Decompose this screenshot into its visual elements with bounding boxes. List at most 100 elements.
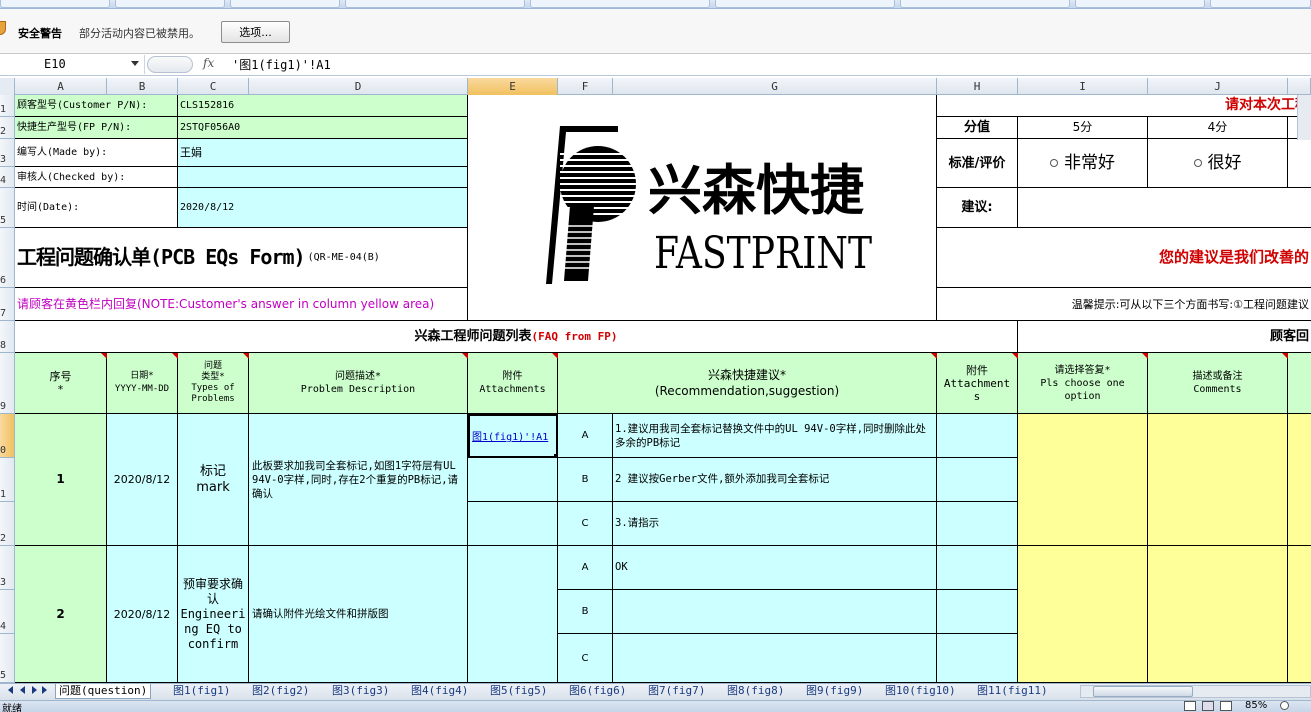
column-header-e[interactable]: E <box>468 78 558 95</box>
attachment-cell[interactable] <box>468 546 558 683</box>
comment-indicator-icon[interactable] <box>101 353 107 359</box>
column-header-c[interactable]: C <box>178 78 249 95</box>
suggestion-input[interactable] <box>1018 188 1311 228</box>
ribbon-tab[interactable] <box>530 0 710 8</box>
answer-choice-cell[interactable] <box>1018 546 1148 683</box>
row-header[interactable]: 3 <box>0 139 15 167</box>
extra-cell[interactable] <box>1288 414 1311 546</box>
attachment-2-cell[interactable] <box>937 546 1018 590</box>
radio-icon[interactable] <box>1050 159 1058 167</box>
comment-indicator-icon[interactable] <box>552 353 558 359</box>
attachment-2-cell[interactable] <box>937 414 1018 458</box>
sheet-tab[interactable]: 图5(fig5) <box>490 684 547 699</box>
attachment-2-cell[interactable] <box>937 590 1018 634</box>
horizontal-scroll-thumb[interactable] <box>1093 686 1193 697</box>
column-header-a[interactable]: A <box>15 78 107 95</box>
good-option[interactable]: 很好 <box>1148 139 1288 188</box>
comment-cell[interactable] <box>1148 546 1288 683</box>
attachment-2-cell[interactable] <box>937 634 1018 683</box>
column-header-g[interactable]: G <box>613 78 937 95</box>
page-layout-icon[interactable] <box>1202 701 1214 711</box>
function-icon[interactable]: fx <box>203 56 214 70</box>
first-sheet-icon[interactable] <box>8 686 13 694</box>
sheet-tab[interactable]: 图1(fig1) <box>173 684 230 699</box>
row-header[interactable]: 1 <box>0 95 15 117</box>
comment-indicator-icon[interactable] <box>243 353 249 359</box>
formula-input[interactable]: '图1(fig1)'!A1 <box>232 56 331 73</box>
chevron-down-icon[interactable] <box>131 61 139 66</box>
radio-icon[interactable] <box>1193 159 1202 167</box>
attachment-2-cell[interactable] <box>937 458 1018 502</box>
comment-indicator-icon[interactable] <box>1142 353 1148 359</box>
column-header-j[interactable]: J <box>1148 78 1288 95</box>
select-all-corner[interactable] <box>0 78 15 95</box>
formula-bar-splitter[interactable] <box>147 56 193 73</box>
checked-by-value[interactable] <box>178 167 468 188</box>
attachment-2-cell[interactable] <box>937 502 1018 546</box>
sheet-tab[interactable]: 图2(fig2) <box>252 684 309 699</box>
comment-indicator-icon[interactable] <box>172 353 178 359</box>
column-header-f[interactable]: F <box>558 78 613 95</box>
fp-pn-value[interactable]: 2STQF056A0 <box>178 117 468 139</box>
sheet-tab[interactable]: 图11(fig11) <box>977 684 1072 699</box>
sheet-tab[interactable]: 图8(fig8) <box>727 684 784 699</box>
vertical-scrollbar[interactable] <box>1297 95 1311 140</box>
comment-indicator-icon[interactable] <box>1282 353 1288 359</box>
name-box[interactable]: E10 <box>0 55 145 74</box>
row-header[interactable]: 8 <box>0 321 15 353</box>
row-header[interactable]: 3 <box>0 546 15 590</box>
comment-indicator-icon[interactable] <box>462 353 468 359</box>
column-header-d[interactable]: D <box>249 78 468 95</box>
ribbon-tab[interactable] <box>0 0 110 8</box>
page-break-icon[interactable] <box>1220 701 1232 711</box>
row-header[interactable]: 4 <box>0 167 15 188</box>
ribbon-tab[interactable] <box>715 0 895 8</box>
comment-indicator-icon[interactable] <box>931 353 937 359</box>
sheet-tab[interactable]: 图3(fig3) <box>332 684 389 699</box>
attachment-cell[interactable] <box>468 458 558 502</box>
row-header[interactable]: 1 <box>0 458 15 502</box>
date-value[interactable]: 2020/8/12 <box>178 188 468 228</box>
sheet-tab[interactable]: 图7(fig7) <box>648 684 705 699</box>
ribbon-tab[interactable] <box>1075 0 1205 8</box>
ribbon-tab[interactable] <box>345 0 525 8</box>
row-header[interactable]: 7 <box>0 288 15 321</box>
options-button[interactable]: 选项... <box>221 21 290 43</box>
sheet-tab[interactable]: 图6(fig6) <box>569 684 626 699</box>
column-header-k[interactable] <box>1288 78 1311 95</box>
row-header[interactable]: 2 <box>0 117 15 139</box>
ribbon-tab[interactable] <box>115 0 225 8</box>
row-header[interactable]: 9 <box>0 353 15 414</box>
next-sheet-icon[interactable] <box>32 686 37 694</box>
attachment-link-cell[interactable]: 图1(fig1)'!A1 <box>468 414 558 458</box>
last-sheet-icon[interactable] <box>42 686 47 694</box>
sheet-tab[interactable]: 图4(fig4) <box>411 684 468 699</box>
ribbon-tab[interactable] <box>230 0 340 8</box>
normal-view-icon[interactable] <box>1184 701 1196 711</box>
attachment-link[interactable]: 图1(fig1)'!A1 <box>472 432 548 443</box>
row-header[interactable]: 4 <box>0 590 15 634</box>
made-by-value[interactable]: 王娟 <box>178 139 468 167</box>
prev-sheet-icon[interactable] <box>20 686 25 694</box>
column-header-i[interactable]: I <box>1018 78 1148 95</box>
ribbon-tab[interactable] <box>900 0 1070 8</box>
sheet-tab[interactable]: 图10(fig10) <box>885 684 956 699</box>
comment-cell[interactable] <box>1148 414 1288 546</box>
row-header[interactable]: 5 <box>0 188 15 228</box>
attachment-cell[interactable] <box>468 502 558 546</box>
sheet-tab[interactable]: 图9(fig9) <box>806 684 863 699</box>
ribbon-tab[interactable] <box>1210 0 1311 8</box>
column-header-h[interactable]: H <box>937 78 1018 95</box>
answer-choice-cell[interactable] <box>1018 414 1148 546</box>
extra-cell[interactable] <box>1288 546 1311 683</box>
row-header[interactable]: 6 <box>0 228 15 288</box>
column-header-b[interactable]: B <box>107 78 178 95</box>
sheet-tab-question[interactable]: 问题(question) <box>55 684 152 699</box>
very-good-option[interactable]: 非常好 <box>1018 139 1148 188</box>
row-header[interactable]: 2 <box>0 502 15 546</box>
zoom-level[interactable]: 85% <box>1245 700 1267 711</box>
row-header[interactable]: 0 <box>0 414 15 458</box>
comment-indicator-icon[interactable] <box>1012 353 1018 359</box>
zoom-out-icon[interactable] <box>1280 701 1289 710</box>
customer-pn-value[interactable]: CLS152816 <box>178 95 468 117</box>
